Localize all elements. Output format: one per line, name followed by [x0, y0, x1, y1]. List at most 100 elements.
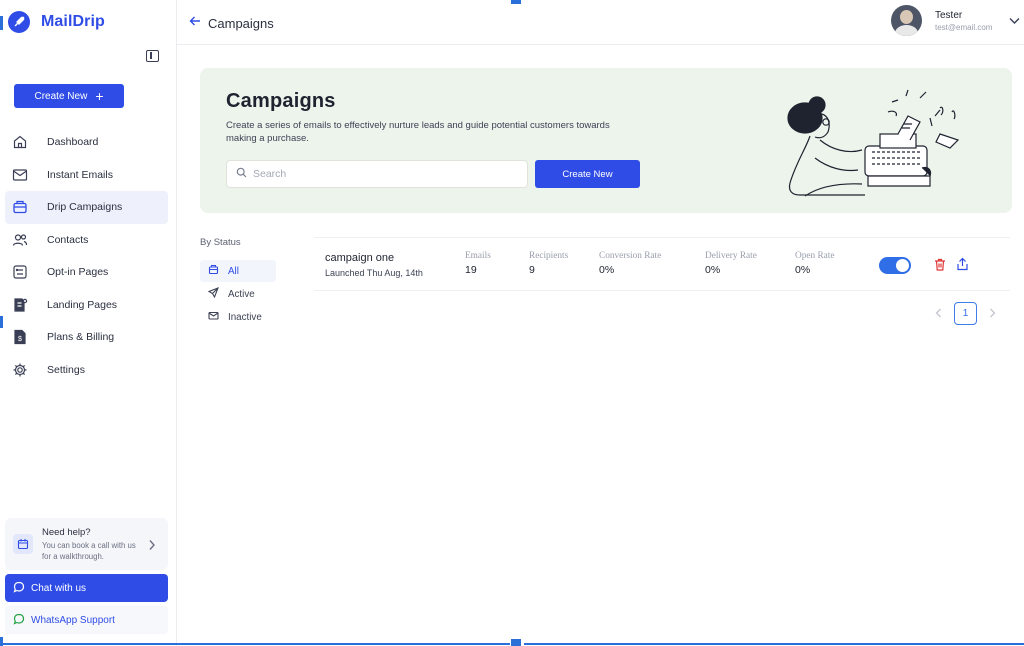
whatsapp-icon [13, 613, 25, 628]
sidebar-item-contacts[interactable]: Contacts [5, 224, 168, 257]
stat-label: Open Rate [795, 251, 835, 261]
landing-icon [11, 296, 28, 313]
selection-line [0, 643, 510, 645]
campaign-icon [11, 199, 28, 216]
stat-label: Delivery Rate [705, 251, 757, 261]
page-title: Campaigns [208, 15, 274, 31]
sidebar-item-label: Landing Pages [47, 298, 118, 311]
search-box [226, 160, 528, 188]
help-title: Need help? [42, 526, 91, 538]
filter-all[interactable]: All [200, 260, 276, 282]
rocket-logo-icon [8, 11, 30, 33]
filter-inactive[interactable]: Inactive [200, 306, 276, 328]
sidebar-item-label: Drip Campaigns [47, 201, 123, 214]
chevron-right-icon [148, 538, 156, 556]
sidebar-item-drip-campaigns[interactable]: Drip Campaigns [5, 191, 168, 224]
filter-label: Active [228, 288, 255, 300]
trash-icon[interactable] [934, 258, 946, 276]
billing-icon: $ [11, 329, 28, 346]
user-menu[interactable]: Tester test@email.com [891, 5, 1020, 36]
hero-create-new-button[interactable]: Create New [535, 160, 640, 188]
back-button[interactable]: Campaigns [189, 14, 274, 32]
sidebar-item-instant-emails[interactable]: Instant Emails [5, 159, 168, 192]
send-icon [207, 287, 219, 301]
sidebar-item-label: Dashboard [47, 136, 99, 149]
campaign-row[interactable]: campaign one Launched Thu Aug, 14th Emai… [314, 237, 1010, 291]
mail-icon [11, 166, 28, 183]
filter-title: By Status [200, 237, 241, 248]
sidebar-item-label: Plans & Billing [47, 331, 115, 344]
sidebar-item-plans-billing[interactable]: $ Plans & Billing [5, 321, 168, 354]
contacts-icon [11, 231, 28, 248]
hero-description: Create a series of emails to effectively… [226, 120, 610, 144]
chevron-down-icon [1009, 12, 1020, 30]
user-name: Tester [935, 9, 963, 21]
filter-active[interactable]: Active [200, 283, 276, 305]
plus-icon: + [95, 88, 104, 104]
chevron-right-icon[interactable] [989, 305, 996, 323]
collapse-sidebar-icon[interactable] [146, 50, 159, 62]
whatsapp-label: WhatsApp Support [31, 614, 115, 626]
pagination: 1 [935, 302, 996, 325]
brand-name: MailDrip [41, 13, 105, 30]
page-number[interactable]: 1 [954, 302, 977, 325]
share-icon[interactable] [956, 257, 969, 276]
stat-label: Emails [465, 251, 491, 261]
sidebar-item-label: Instant Emails [47, 168, 113, 181]
stat-value: 0% [599, 264, 615, 276]
campaign-toggle[interactable] [879, 257, 911, 274]
status-filter: By Status All Active Inactive [200, 237, 300, 329]
sidebar-item-label: Contacts [47, 233, 89, 246]
stat-emails: Emails 19 [465, 251, 491, 276]
stat-label: Conversion Rate [599, 251, 662, 261]
typewriter-illustration [787, 89, 960, 197]
sidebar-item-dashboard[interactable]: Dashboard [5, 126, 168, 159]
selection-handle [0, 316, 3, 328]
campaign-launch-date: Launched Thu Aug, 14th [325, 268, 423, 278]
sidebar-item-label: Settings [47, 363, 85, 376]
stat-label: Recipients [529, 251, 569, 261]
stat-delivery-rate: Delivery Rate 0% [705, 251, 757, 276]
calendar-icon [13, 534, 33, 554]
hero-title: Campaigns [226, 90, 336, 112]
gear-icon [11, 361, 28, 378]
form-icon [11, 264, 28, 281]
filter-label: Inactive [228, 311, 262, 323]
chat-with-us-button[interactable]: Chat with us [5, 574, 168, 602]
stat-value: 0% [795, 264, 811, 276]
stat-value: 0% [705, 264, 721, 276]
stat-recipients: Recipients 9 [529, 251, 568, 276]
home-icon [11, 134, 28, 151]
top-bar: Campaigns Tester test@email.com [177, 0, 1024, 45]
search-input[interactable] [253, 168, 513, 180]
avatar [891, 5, 922, 36]
filter-label: All [228, 265, 239, 277]
stat-open-rate: Open Rate 0% [795, 251, 835, 276]
whatsapp-support-button[interactable]: WhatsApp Support [5, 606, 168, 634]
sidebar-item-label: Opt-in Pages [47, 266, 109, 279]
sidebar-item-opt-in-pages[interactable]: Opt-in Pages [5, 256, 168, 289]
chat-label: Chat with us [31, 582, 87, 594]
help-card[interactable]: Need help? You can book a call with us f… [5, 518, 168, 570]
campaigns-hero: Campaigns Create a series of emails to e… [200, 68, 1012, 213]
stat-value: 9 [529, 264, 535, 276]
mail-icon [208, 310, 219, 324]
sidebar-nav: Dashboard Instant Emails Drip Campaigns … [5, 126, 168, 386]
selection-handle [511, 639, 521, 646]
selection-line [524, 643, 1024, 645]
sidebar: MailDrip Create New + Dashboard Instant … [0, 0, 177, 646]
create-new-button[interactable]: Create New + [14, 84, 124, 108]
arrow-left-icon [189, 14, 201, 32]
brand[interactable]: MailDrip [8, 11, 105, 33]
selection-handle [0, 16, 3, 30]
svg-text:$: $ [18, 336, 22, 343]
user-email: test@email.com [935, 22, 993, 32]
chat-bubble-icon [13, 581, 25, 596]
sidebar-item-landing-pages[interactable]: Landing Pages [5, 289, 168, 322]
sidebar-item-settings[interactable]: Settings [5, 354, 168, 387]
stat-value: 19 [465, 264, 477, 276]
chevron-left-icon[interactable] [935, 305, 942, 323]
stat-conversion-rate: Conversion Rate 0% [599, 251, 661, 276]
selection-handle [0, 637, 3, 646]
help-subtitle: You can book a call with us for a walkth… [42, 540, 136, 561]
